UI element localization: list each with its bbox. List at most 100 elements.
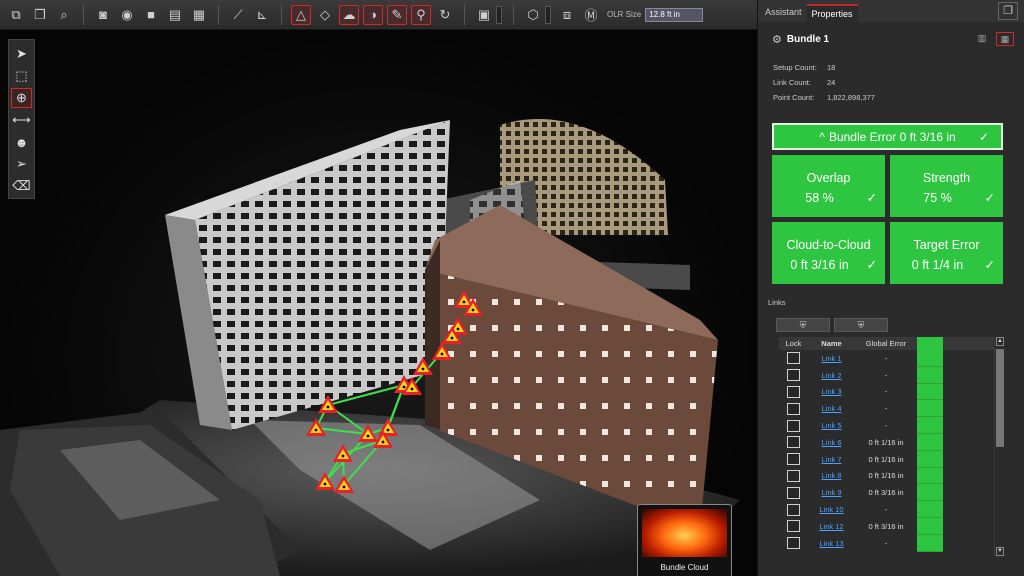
table-row[interactable]: Link 9 0 ft 3/16 in xyxy=(779,484,999,502)
lock-checkbox[interactable] xyxy=(787,419,800,432)
scan-target-icon[interactable] xyxy=(432,342,452,360)
link-name[interactable]: Link 2 xyxy=(808,371,855,380)
tag-icon[interactable]: ◇ xyxy=(315,5,335,25)
target-error-tile[interactable]: Target Error 0 ft 1/4 in ✓ xyxy=(890,222,1003,284)
table-row[interactable]: Link 6 0 ft 1/16 in xyxy=(779,433,999,451)
overlap-tile[interactable]: Overlap 58 % ✓ xyxy=(772,155,885,217)
scroll-down-icon[interactable]: ▼ xyxy=(996,547,1004,556)
lock-checkbox[interactable] xyxy=(787,469,800,482)
tab-properties[interactable]: Properties xyxy=(806,4,858,22)
limitbox-icon[interactable]: Ⓜ xyxy=(581,5,601,25)
table-row[interactable]: Link 12 0 ft 3/16 in xyxy=(779,517,999,535)
cube-view-icon[interactable]: ⬡ xyxy=(523,5,543,25)
record-icon[interactable]: ◉ xyxy=(117,5,137,25)
table-row[interactable]: Link 13 - xyxy=(779,534,999,552)
bundle-cloud-preview[interactable]: Bundle Cloud xyxy=(637,504,732,576)
link-name[interactable]: Link 1 xyxy=(808,354,855,363)
link-global-error: 0 ft 1/16 in xyxy=(868,437,904,447)
view-spinner[interactable] xyxy=(545,5,551,24)
cloud-to-cloud-tile[interactable]: Cloud-to-Cloud 0 ft 3/16 in ✓ xyxy=(772,222,885,284)
select-box-icon[interactable]: ⬚ xyxy=(11,66,32,86)
lock-checkbox[interactable] xyxy=(787,385,800,398)
color-picker-icon[interactable]: ▣ xyxy=(474,5,494,25)
scan-target-icon[interactable] xyxy=(306,418,326,436)
table-row[interactable]: Link 8 0 ft 1/16 in xyxy=(779,467,999,485)
zoom-extents-icon[interactable]: ⌕ xyxy=(54,5,74,25)
square-icon[interactable]: ■ xyxy=(141,5,161,25)
col-name[interactable]: Name xyxy=(808,337,855,350)
scroll-thumb[interactable] xyxy=(996,349,1004,447)
camera-icon[interactable]: ◙ xyxy=(93,5,113,25)
rotate-icon[interactable]: ↻ xyxy=(435,5,455,25)
col-lock[interactable]: Lock xyxy=(779,337,808,350)
list-view-icon[interactable]: ▥ xyxy=(973,32,991,46)
select-arrow-icon[interactable]: ➤ xyxy=(11,44,32,64)
table-row[interactable]: Link 5 - xyxy=(779,417,999,434)
lock-checkbox[interactable] xyxy=(787,520,800,533)
olr-size-input[interactable]: 12.8 ft in xyxy=(645,7,704,22)
link-status-bar xyxy=(917,400,943,418)
fly-icon[interactable]: ➢ xyxy=(11,154,32,174)
windows-icon[interactable]: ❐ xyxy=(30,5,50,25)
target-icon[interactable]: △ xyxy=(291,4,311,25)
lock-checkbox[interactable] xyxy=(787,352,800,365)
clip-box-icon[interactable]: ⧈ xyxy=(557,5,577,25)
panel-float-icon[interactable]: ❐ xyxy=(998,2,1018,20)
scan-target-icon[interactable] xyxy=(378,418,398,436)
link-name[interactable]: Link 5 xyxy=(808,421,855,430)
link-name[interactable]: Link 7 xyxy=(808,455,855,464)
cloud-icon[interactable]: ☁ xyxy=(339,4,359,25)
link-name[interactable]: Link 10 xyxy=(808,505,855,514)
lock-link-button[interactable]: ⛨ xyxy=(776,318,830,332)
table-row[interactable]: Link 1 - xyxy=(779,350,999,367)
links-table-header: Lock Name Global Error xyxy=(779,337,999,350)
image-icon[interactable]: ▦ xyxy=(189,5,209,25)
link-name[interactable]: Link 3 xyxy=(808,387,855,396)
location-pin-icon[interactable]: ⚲ xyxy=(411,4,431,25)
sphere-icon[interactable]: ◑ xyxy=(363,4,383,25)
links-scrollbar[interactable]: ▲ ▼ xyxy=(994,337,1004,556)
film-icon[interactable]: ▤ xyxy=(165,5,185,25)
lock-checkbox[interactable] xyxy=(787,402,800,415)
pencil-icon[interactable]: ✎ xyxy=(387,4,407,25)
link-name[interactable]: Link 12 xyxy=(808,522,855,531)
point-cloud-viewport[interactable]: ➤ ⬚ ⊕ ⟷ ☻ ➢ ⌫ Bundle Cloud xyxy=(0,30,757,576)
link-name[interactable]: Link 6 xyxy=(808,438,855,447)
link-name[interactable]: Link 9 xyxy=(808,488,855,497)
measure-distance-icon[interactable]: ⟷ xyxy=(11,110,32,130)
color-spinner[interactable] xyxy=(496,5,502,24)
table-row[interactable]: Link 2 - xyxy=(779,366,999,384)
measure-icon[interactable]: ⟋ xyxy=(228,5,248,25)
table-row[interactable]: Link 7 0 ft 1/16 in xyxy=(779,450,999,468)
scroll-up-icon[interactable]: ▲ xyxy=(996,337,1004,346)
lock-checkbox[interactable] xyxy=(787,369,800,382)
crosshair-icon[interactable]: ⊕ xyxy=(11,88,32,108)
lock-checkbox[interactable] xyxy=(787,537,800,550)
layers-icon[interactable]: ⧉ xyxy=(6,5,26,25)
link-global-error: - xyxy=(884,404,888,414)
tab-assistant[interactable]: Assistant xyxy=(760,4,807,22)
links-label: Links xyxy=(768,298,786,307)
unlock-link-button[interactable]: ⛨ xyxy=(834,318,888,332)
person-view-icon[interactable]: ☻ xyxy=(11,132,32,152)
table-row[interactable]: Link 3 - xyxy=(779,383,999,401)
strength-tile[interactable]: Strength 75 % ✓ xyxy=(890,155,1003,217)
lock-checkbox[interactable] xyxy=(787,436,800,449)
link-name[interactable]: Link 4 xyxy=(808,404,855,413)
lock-checkbox[interactable] xyxy=(787,453,800,466)
link-name[interactable]: Link 8 xyxy=(808,471,855,480)
table-row[interactable]: Link 4 - xyxy=(779,400,999,418)
eraser-icon[interactable]: ⌫ xyxy=(11,176,32,196)
link-global-error: 0 ft 1/16 in xyxy=(868,471,904,481)
link-name[interactable]: Link 13 xyxy=(808,539,855,548)
tile-view-icon[interactable]: ▦ xyxy=(996,32,1014,46)
table-row[interactable]: Link 10 - xyxy=(779,501,999,518)
check-icon: ✓ xyxy=(866,191,877,205)
lock-checkbox[interactable] xyxy=(787,486,800,499)
axis-icon[interactable]: ⊾ xyxy=(252,5,272,25)
col-global-error[interactable]: Global Error xyxy=(855,337,917,350)
lock-checkbox[interactable] xyxy=(787,503,800,516)
bundle-error-bar[interactable]: ^ Bundle Error 0 ft 3/16 in ✓ xyxy=(772,123,1003,150)
lock-cell xyxy=(779,436,808,449)
link-status-bar xyxy=(917,366,943,384)
